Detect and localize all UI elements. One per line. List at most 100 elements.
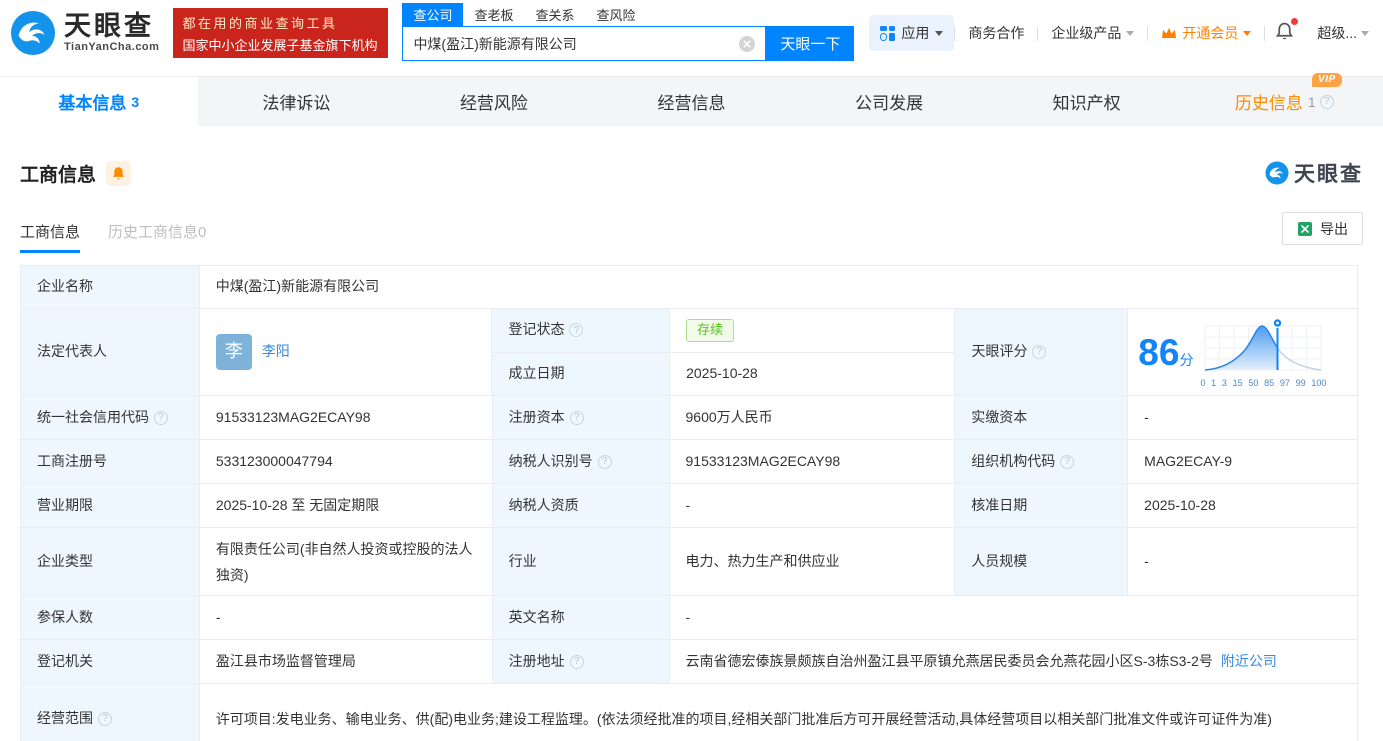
help-icon[interactable]: ? [1060, 455, 1074, 469]
search-button[interactable]: 天眼一下 [766, 26, 854, 61]
help-icon[interactable]: ? [598, 455, 612, 469]
tianyancha-logo-icon [10, 10, 56, 56]
super-vip-label: 超级... [1317, 23, 1357, 43]
search-tab-company[interactable]: 查公司 [402, 3, 463, 26]
help-icon[interactable]: ? [569, 323, 583, 337]
export-label: 导出 [1320, 219, 1348, 239]
help-icon[interactable]: ? [154, 411, 168, 425]
header-nav: 应用 商务合作 企业级产品 开通会员 超级... [869, 15, 1369, 51]
field-label: 注册资本 ? [492, 396, 669, 439]
tab-legal-proceedings[interactable]: 法律诉讼 [198, 77, 396, 126]
caret-down-icon [935, 31, 943, 36]
watermark-logo: 天眼查 [1265, 158, 1363, 188]
tab-operation-risk[interactable]: 经营风险 [395, 77, 593, 126]
field-label: 登记机关 [21, 640, 199, 683]
vip-badge: VIP [1312, 73, 1342, 87]
promo-banner: 都在用的商业查询工具 国家中小企业发展子基金旗下机构 [173, 8, 388, 58]
help-icon[interactable]: ? [570, 655, 584, 669]
credit-code-value: 91533123MAG2ECAY98 [199, 396, 492, 439]
field-label: 组织机构代码 ? [954, 440, 1127, 483]
nearby-companies-link[interactable]: 附近公司 [1221, 651, 1277, 673]
caret-down-icon [1126, 31, 1134, 36]
clear-search-icon[interactable] [739, 36, 755, 52]
bell-icon [111, 166, 126, 181]
org-code-value: MAG2ECAY-9 [1127, 440, 1357, 483]
subtab-history-business-info[interactable]: 历史工商信息0 [108, 221, 206, 253]
watermark-text: 天眼查 [1294, 158, 1363, 188]
label-text: 统一社会信用代码 [37, 407, 149, 429]
avatar[interactable]: 李 [216, 334, 252, 370]
tab-label: 经营信息 [658, 89, 726, 114]
section-title: 工商信息 [20, 160, 96, 187]
table-row: 参保人数 - 英文名称 - [21, 595, 1357, 639]
subtab-business-info[interactable]: 工商信息 [20, 221, 80, 253]
staff-size-value: - [1127, 528, 1357, 595]
status-date-group: 登记状态 ? 存续 成立日期 2025-10-28 [491, 309, 954, 395]
approval-date-value: 2025-10-28 [1127, 484, 1357, 527]
reg-address-value: 云南省德宏傣族景颇族自治州盈江县平原镇允燕居民委员会允燕花园小区S-3栋S3-2… [686, 651, 1213, 673]
label-text: 登记状态 [508, 319, 564, 341]
paid-capital-value: - [1127, 396, 1357, 439]
nav-open-vip[interactable]: 开通会员 [1148, 23, 1264, 43]
help-icon[interactable]: ? [570, 411, 584, 425]
monitor-bell-button[interactable] [106, 161, 131, 186]
brand-name: 天眼查 [64, 12, 159, 40]
promo-line1: 都在用的商业查询工具 [182, 13, 379, 32]
nav-enterprise[interactable]: 企业级产品 [1038, 23, 1147, 43]
help-icon[interactable]: ? [1032, 345, 1046, 359]
field-label: 注册地址 ? [492, 640, 669, 683]
help-icon[interactable]: ? [98, 712, 112, 726]
field-label: 参保人数 [21, 596, 199, 639]
label-text: 注册地址 [509, 651, 565, 673]
nav-super-vip[interactable]: 超级... [1304, 23, 1361, 43]
business-info-section: 工商信息 天眼查 工商信息 历史工商信息0 导出 [0, 158, 1383, 741]
open-vip-label: 开通会员 [1182, 23, 1238, 43]
notifications-button[interactable] [1265, 22, 1304, 44]
field-label: 行业 [492, 528, 669, 595]
caret-down-icon [1243, 31, 1251, 36]
insured-count-value: - [199, 596, 492, 639]
apps-label: 应用 [901, 23, 929, 43]
search-tab-boss[interactable]: 查老板 [463, 3, 524, 26]
tab-history-info[interactable]: VIP 历史信息 1 ? [1185, 77, 1383, 126]
est-date-value: 2025-10-28 [669, 353, 954, 396]
field-label: 经营范围 ? [21, 684, 199, 741]
search-tabs: 查公司 查老板 查关系 查风险 [402, 3, 854, 26]
field-label: 营业期限 [21, 484, 199, 527]
tab-label: 知识产权 [1053, 89, 1121, 114]
score-distribution-chart: 0131550859799100 [1199, 316, 1327, 388]
search-tab-risk[interactable]: 查风险 [585, 3, 646, 26]
apps-menu[interactable]: 应用 [869, 15, 954, 51]
tab-company-development[interactable]: 公司发展 [790, 77, 988, 126]
business-info-table: 企业名称 中煤(盈江)新能源有限公司 法定代表人 李 李阳 登记状态 ? 存续 [20, 265, 1358, 741]
tab-basic-info[interactable]: 基本信息 3 [0, 77, 198, 126]
reg-authority-value: 盈江县市场监督管理局 [199, 640, 492, 683]
table-row: 企业名称 中煤(盈江)新能源有限公司 [21, 266, 1357, 308]
help-icon[interactable]: ? [1320, 95, 1334, 109]
nav-cooperation[interactable]: 商务合作 [955, 23, 1037, 43]
table-row: 经营范围 ? 许可项目:发电业务、输电业务、供(配)电业务;建设工程监理。(依法… [21, 683, 1357, 741]
legal-rep-link[interactable]: 李阳 [262, 341, 290, 363]
business-term-value: 2025-10-28 至 无固定期限 [199, 484, 492, 527]
tianyancha-logo[interactable]: 天眼查 TianYanCha.com [10, 10, 159, 56]
crown-icon [1161, 26, 1177, 40]
tab-operation-info[interactable]: 经营信息 [593, 77, 791, 126]
tab-count: 3 [131, 94, 139, 110]
export-button[interactable]: 导出 [1282, 212, 1363, 245]
score-value: 86 [1138, 334, 1179, 371]
tab-intellectual-property[interactable]: 知识产权 [988, 77, 1186, 126]
table-row: 法定代表人 李 李阳 登记状态 ? 存续 成立日期 2025-10-28 [21, 308, 1357, 395]
table-row: 登记机关 盈江县市场监督管理局 注册地址 ? 云南省德宏傣族景颇族自治州盈江县平… [21, 639, 1357, 683]
field-label: 登记状态 ? [492, 309, 669, 352]
label-text: 经营范围 [37, 708, 93, 730]
tianyan-score-cell[interactable]: 86 分 [1127, 309, 1357, 395]
company-tabbar: 基本信息 3 法律诉讼 经营风险 经营信息 公司发展 知识产权 VIP 历史信息… [0, 76, 1383, 126]
table-row: 企业类型 有限责任公司(非自然人投资或控股的法人独资) 行业 电力、热力生产和供… [21, 527, 1357, 595]
tab-label: 基本信息 [58, 89, 126, 114]
label-text: 天眼评分 [971, 341, 1027, 363]
apps-grid-icon [880, 26, 895, 41]
label-text: 纳税人识别号 [509, 451, 593, 473]
search-input[interactable] [403, 36, 739, 52]
caret-down-icon [1361, 31, 1369, 36]
search-tab-relation[interactable]: 查关系 [524, 3, 585, 26]
